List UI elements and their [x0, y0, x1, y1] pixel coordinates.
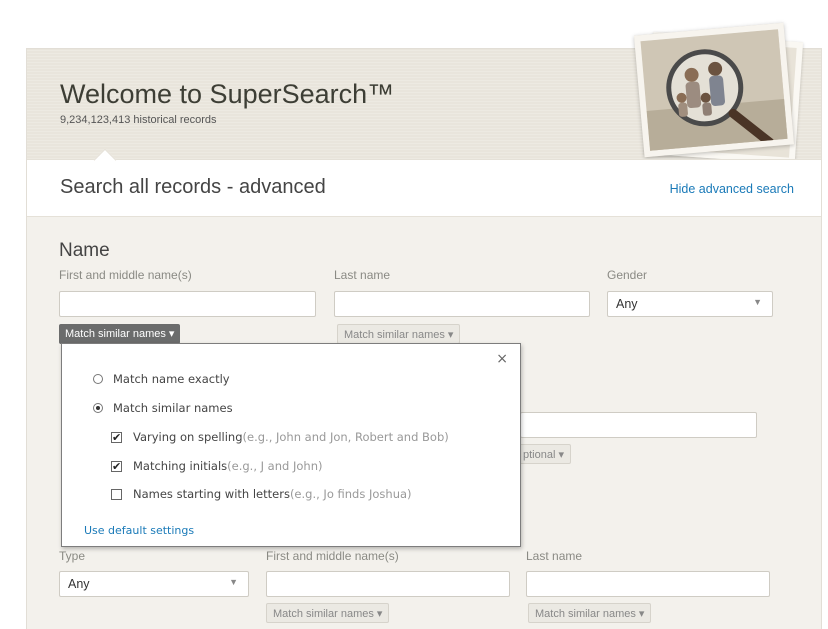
- match-similar-option[interactable]: Match similar names: [93, 401, 233, 415]
- search-header: Search all records - advanced Hide advan…: [27, 148, 821, 217]
- chevron-down-icon: ▼: [229, 577, 238, 587]
- relative-last-name-label: Last name: [526, 549, 583, 563]
- match-similar-label: Match similar names: [113, 401, 233, 415]
- type-label: Type: [59, 549, 86, 563]
- starting-letters-example: (e.g., Jo finds Joshua): [289, 487, 412, 501]
- type-select-value: Any: [68, 577, 90, 591]
- last-name-label: Last name: [334, 268, 391, 282]
- starting-letters-checkbox[interactable]: [111, 488, 122, 500]
- matching-initials-option[interactable]: ✔ Matching initials (e.g., J and John): [111, 459, 322, 473]
- relative-first-name-label: First and middle name(s): [266, 549, 399, 563]
- relative-first-name-input[interactable]: [266, 571, 510, 597]
- search-title: Search all records - advanced: [60, 176, 326, 198]
- first-name-match-dropdown[interactable]: Match similar names ▾: [59, 324, 181, 344]
- gender-select[interactable]: Any ▼: [607, 291, 773, 317]
- starting-letters-option[interactable]: Names starting with letters (e.g., Jo fi…: [111, 487, 412, 501]
- relative-first-match-label: Match similar names: [273, 608, 374, 620]
- chevron-down-icon: ▼: [753, 297, 762, 307]
- relative-last-match-dropdown[interactable]: Match similar names ▾: [528, 603, 652, 623]
- match-options-popup: × Match name exactly Match similar names…: [61, 343, 521, 547]
- starting-letters-label: Names starting with letters: [133, 487, 290, 501]
- optional-dropdown[interactable]: ptional ▾: [516, 444, 572, 464]
- hide-advanced-search-link[interactable]: Hide advanced search: [670, 182, 794, 196]
- match-exactly-label: Match name exactly: [113, 372, 230, 386]
- family-photo-image: [633, 22, 795, 158]
- matching-initials-label: Matching initials: [133, 459, 228, 473]
- gender-select-value: Any: [616, 297, 638, 311]
- optional-dropdown-label: ptional: [523, 449, 556, 461]
- match-exactly-option[interactable]: Match name exactly: [93, 372, 230, 386]
- first-name-match-label: Match similar names: [65, 328, 166, 340]
- chevron-down-icon: ▾: [558, 449, 565, 461]
- chevron-down-icon: ▾: [376, 608, 383, 620]
- varying-spelling-example: (e.g., John and Jon, Robert and Bob): [242, 430, 449, 444]
- type-select[interactable]: Any ▼: [59, 571, 249, 597]
- varying-spelling-checkbox[interactable]: ✔: [111, 431, 122, 443]
- first-name-input[interactable]: [59, 291, 316, 317]
- last-name-match-dropdown[interactable]: Match similar names ▾: [337, 324, 461, 344]
- varying-spelling-option[interactable]: ✔ Varying on spelling (e.g., John and Jo…: [111, 430, 449, 444]
- matching-initials-example: (e.g., J and John): [227, 459, 323, 473]
- matching-initials-checkbox[interactable]: ✔: [111, 460, 122, 472]
- magnifier-family-illustration: [640, 29, 790, 153]
- relative-first-match-dropdown[interactable]: Match similar names ▾: [266, 603, 390, 623]
- relative-last-name-input[interactable]: [526, 571, 770, 597]
- hero-banner: Welcome to SuperSearch™ 9,234,123,413 hi…: [27, 22, 821, 165]
- chevron-down-icon: ▾: [447, 329, 454, 341]
- gender-label: Gender: [607, 268, 648, 282]
- close-icon[interactable]: ×: [496, 351, 508, 367]
- use-default-settings-link[interactable]: Use default settings: [84, 524, 194, 537]
- hero-title: Welcome to SuperSearch™: [60, 79, 395, 109]
- varying-spelling-label: Varying on spelling: [133, 430, 243, 444]
- name-section-title: Name: [59, 240, 110, 261]
- last-name-match-label: Match similar names: [344, 329, 445, 341]
- hidden-field-input[interactable]: [520, 412, 757, 438]
- relative-last-match-label: Match similar names: [535, 608, 636, 620]
- hero-record-count: 9,234,123,413 historical records: [60, 114, 217, 126]
- chevron-down-icon: ▾: [168, 328, 175, 340]
- chevron-down-icon: ▾: [638, 608, 645, 620]
- match-similar-radio[interactable]: [93, 403, 103, 413]
- last-name-input[interactable]: [334, 291, 590, 317]
- first-name-label: First and middle name(s): [59, 268, 192, 282]
- match-exactly-radio[interactable]: [93, 374, 103, 384]
